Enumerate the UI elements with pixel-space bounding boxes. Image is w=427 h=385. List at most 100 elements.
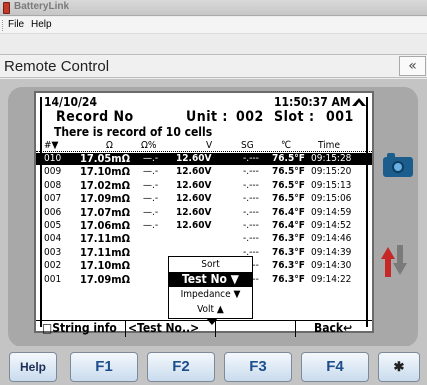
softkey-string-info[interactable]: □String info	[40, 321, 126, 337]
table-row[interactable]: 005 17.06mΩ —.- 12.60V -.--- 76.4°F 09:14:52	[36, 220, 372, 232]
cell-temp: 76.5°F	[272, 166, 305, 178]
table-row[interactable]: 004 17.11mΩ -.--- 76.3°F 09:14:46	[36, 233, 372, 245]
cell-temp: 76.3°F	[272, 246, 305, 258]
table-row[interactable]: 008 17.02mΩ —.- 12.60V -.--- 76.5°F 09:15:13	[36, 178, 372, 192]
function-key-bar: Help F1 F2 F3 F4 ✱	[0, 346, 427, 385]
col-time[interactable]: Time	[318, 140, 340, 151]
cell-time: 09:14:52	[311, 220, 352, 231]
cell-pct: —.-	[143, 153, 159, 164]
sort-option-impedance[interactable]: Impedance ▼	[169, 287, 252, 302]
cell-time: 09:14:30	[311, 260, 352, 272]
cell-ohm: 17.11mΩ	[80, 232, 131, 246]
cell-no: 006	[44, 206, 62, 218]
cell-no: 001	[44, 273, 62, 285]
sort-option-test-no[interactable]: Test No ▼	[169, 272, 252, 287]
cell-ohm: 17.09mΩ	[80, 192, 131, 206]
sort-popup: Sort Test No ▼ Impedance ▼ Volt ▲	[168, 256, 253, 325]
cell-sg: -.---	[243, 153, 259, 164]
cell-temp: 76.3°F	[272, 273, 305, 285]
cell-temp: 76.4°F	[272, 206, 305, 218]
unit-label: Unit :	[186, 109, 228, 125]
cell-time: 09:15:06	[311, 193, 352, 205]
cell-time: 09:14:39	[311, 246, 352, 258]
table-row[interactable]: 009 17.10mΩ —.- 12.60V -.--- 76.5°F 09:15:20	[36, 166, 372, 178]
cell-time: 09:15:28	[311, 153, 352, 164]
cell-no: 010	[44, 153, 62, 164]
cell-sg: -.---	[243, 220, 259, 231]
col-volt[interactable]: V	[206, 140, 212, 151]
record-count-info: There is record of 10 cells	[54, 125, 213, 139]
cell-pct: —.-	[143, 179, 159, 191]
sort-option-volt[interactable]: Volt ▲	[169, 302, 252, 317]
table-row[interactable]: 006 17.07mΩ —.- 12.60V -.--- 76.4°F 09:14:59	[36, 206, 372, 219]
collapse-button[interactable]: «	[399, 56, 426, 76]
window-title: BatteryLink	[14, 1, 70, 12]
f3-button[interactable]: F3	[224, 352, 292, 382]
record-no-label: Record No	[56, 109, 134, 125]
title-bar: BatteryLink	[0, 0, 427, 16]
cell-time: 09:14:22	[311, 273, 352, 285]
softkey-back[interactable]: Back↩	[296, 321, 372, 337]
up-down-arrows-icon[interactable]	[379, 243, 407, 279]
cell-v: 12.60V	[176, 166, 212, 178]
cell-sg: -.---	[243, 233, 259, 245]
unit-value: 002	[236, 109, 264, 125]
cell-ohm: 17.10mΩ	[80, 165, 131, 179]
cell-sg: -.---	[243, 179, 259, 191]
power-button[interactable]: ✱	[378, 352, 420, 382]
col-temp[interactable]: ℃	[281, 140, 291, 151]
f1-button[interactable]: F1	[70, 352, 138, 382]
col-ohm-pct[interactable]: Ω%	[141, 140, 156, 151]
table-header: #▼ Ω Ω% V SG ℃ Time	[36, 140, 372, 152]
f4-button[interactable]: F4	[301, 352, 369, 382]
cell-temp: 76.5°F	[272, 179, 305, 191]
help-button[interactable]: Help	[9, 352, 57, 382]
cell-no: 007	[44, 193, 62, 205]
menu-help[interactable]: Help	[29, 19, 54, 30]
slot-label: Slot :	[274, 109, 315, 125]
softkey-empty[interactable]	[216, 321, 296, 337]
menu-file[interactable]: File	[6, 19, 26, 30]
cell-pct: —.-	[143, 166, 159, 178]
cell-no: 008	[44, 179, 62, 191]
table-row[interactable]: 007 17.09mΩ —.- 12.60V -.--- 76.5°F 09:15:06	[36, 193, 372, 205]
cell-time: 09:14:59	[311, 206, 352, 218]
cell-temp: 76.5°F	[272, 153, 305, 164]
cell-ohm: 17.02mΩ	[80, 178, 131, 192]
cell-ohm: 17.06mΩ	[80, 219, 131, 232]
cell-v: 12.60V	[176, 206, 212, 218]
lcd-date: 14/10/24	[44, 95, 97, 109]
cell-no: 003	[44, 246, 62, 258]
cell-sg: -.---	[243, 206, 259, 218]
slot-value: 001	[326, 109, 354, 125]
sort-popup-title: Sort	[201, 259, 220, 270]
softkey-test-no[interactable]: <Test No..>	[126, 321, 216, 337]
cell-temp: 76.5°F	[272, 193, 305, 205]
lcd-screen: 14/10/24 11:50:37 AM Record No Unit : 00…	[34, 91, 374, 337]
camera-icon[interactable]	[383, 153, 413, 177]
f2-button[interactable]: F2	[147, 352, 215, 382]
cell-time: 09:15:20	[311, 166, 352, 178]
lcd-record-header: Record No Unit : 002 Slot : 001	[36, 109, 372, 125]
cell-v: 12.60V	[176, 220, 212, 231]
col-sg[interactable]: SG	[241, 140, 254, 151]
cell-temp: 76.4°F	[272, 220, 305, 231]
col-no[interactable]: #▼	[44, 140, 58, 151]
cell-ohm: 17.05mΩ	[80, 152, 131, 165]
col-ohm[interactable]: Ω	[106, 140, 113, 151]
cell-time: 09:15:13	[311, 179, 352, 191]
remote-control-title: Remote Control	[4, 58, 110, 75]
menu-bar: File Help	[0, 17, 427, 34]
popup-pointer	[206, 318, 218, 325]
cell-sg: -.---	[243, 193, 259, 205]
lcd-softkey-bar: □String info <Test No..> Back↩	[36, 320, 372, 337]
cell-v: 12.60V	[176, 153, 212, 164]
cell-v: 12.60V	[176, 193, 212, 205]
cell-pct: —.-	[143, 220, 159, 231]
cell-temp: 76.3°F	[272, 260, 305, 272]
table-row[interactable]: 010 17.05mΩ —.- 12.60V -.--- 76.5°F 09:15:28	[36, 153, 372, 165]
remote-control-header: Remote Control «	[0, 54, 427, 78]
cell-temp: 76.3°F	[272, 233, 305, 245]
cell-sg: -.---	[243, 166, 259, 178]
cell-v: 12.60V	[176, 179, 212, 191]
